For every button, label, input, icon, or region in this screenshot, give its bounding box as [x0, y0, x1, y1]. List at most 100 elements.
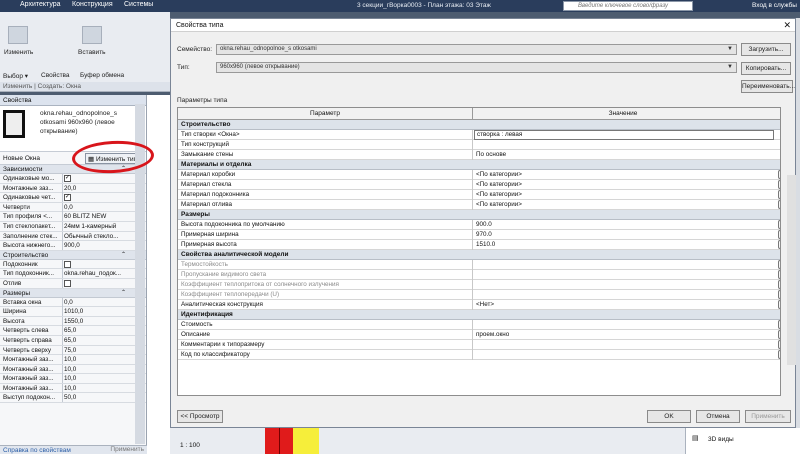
preview-button[interactable]: << Просмотр	[177, 410, 223, 423]
instance-filter[interactable]: Новые Окна ▦ Изменить тип	[0, 152, 146, 165]
copy-button[interactable]: Копировать...	[741, 62, 791, 75]
parameter-row[interactable]: Пропускание видимого света	[178, 270, 780, 280]
parameter-group[interactable]: Свойства аналитической модели	[178, 250, 780, 260]
select-menu[interactable]: Выбор ▾	[3, 72, 28, 80]
parameter-group[interactable]: Идентификация	[178, 310, 780, 320]
property-row[interactable]: Заполнение стек... Обычный стекло...	[0, 231, 146, 242]
properties-label[interactable]: Свойства	[41, 72, 70, 79]
property-value[interactable]: 1010,0	[64, 308, 128, 315]
property-value[interactable]: 50,0	[64, 394, 128, 401]
associate-parameter-icon[interactable]	[778, 240, 780, 249]
tab-structure[interactable]: Конструкция	[72, 1, 113, 8]
associate-parameter-icon[interactable]	[778, 320, 780, 329]
apply-button[interactable]: Применить	[745, 410, 791, 423]
tab-systems[interactable]: Системы	[124, 1, 153, 8]
parameter-value[interactable]: 970.0	[476, 231, 776, 238]
property-row[interactable]: Монтажный заз... 10,0	[0, 383, 146, 394]
parameter-group[interactable]: Материалы и отделка	[178, 160, 780, 170]
parameter-value[interactable]: <По категории>	[476, 171, 776, 178]
property-checkbox[interactable]	[64, 260, 71, 268]
project-browser-item[interactable]: 3D виды	[708, 436, 734, 443]
parameter-row[interactable]: Описание проем.окно	[178, 330, 780, 340]
property-value[interactable]: 60 BLITZ NEW	[64, 213, 128, 220]
parameter-row[interactable]: Примерная ширина 970.0	[178, 230, 780, 240]
associate-parameter-icon[interactable]	[778, 170, 780, 179]
associate-parameter-icon[interactable]	[778, 230, 780, 239]
parameter-row[interactable]: Примерная высота 1510.0	[178, 240, 780, 250]
drawing-canvas[interactable]	[147, 95, 170, 454]
property-row[interactable]: Подоконник	[0, 259, 146, 270]
collapse-icon[interactable]: ⌃	[121, 289, 126, 296]
property-row[interactable]: Тип стеклопакет... 24мм 1-камерный	[0, 221, 146, 232]
col-value[interactable]: Значение	[473, 110, 773, 117]
property-value[interactable]: 10,0	[64, 356, 128, 363]
parameter-group[interactable]: Размеры	[178, 210, 780, 220]
parameter-group[interactable]: Строительство	[178, 120, 780, 130]
property-checkbox[interactable]: ✓	[64, 175, 71, 182]
associate-parameter-icon[interactable]	[778, 340, 780, 349]
tab-architecture[interactable]: Архитектура	[20, 1, 61, 8]
collapse-icon[interactable]: ⌃	[121, 165, 126, 172]
associate-parameter-icon[interactable]	[778, 180, 780, 189]
parameter-row[interactable]: Аналитическая конструкция <Нет>	[178, 300, 780, 310]
property-row[interactable]: Четверть слева 65,0	[0, 326, 146, 336]
property-row[interactable]: Монтажный заз... 10,0	[0, 374, 146, 384]
property-value[interactable]: 10,0	[64, 385, 128, 392]
property-value[interactable]: okna.rehau_подок...	[64, 270, 128, 277]
properties-apply-button[interactable]: Применить	[110, 446, 144, 453]
load-button[interactable]: Загрузить...	[741, 43, 791, 56]
property-value[interactable]: 75,0	[64, 347, 128, 354]
parameter-value[interactable]: <По категории>	[476, 191, 776, 198]
parameter-row[interactable]: Коэффициент теплопередачи (U)	[178, 290, 780, 300]
paste-icon[interactable]	[82, 26, 102, 44]
col-parameter[interactable]: Параметр	[178, 110, 472, 117]
associate-parameter-icon[interactable]	[778, 270, 780, 279]
parameter-value[interactable]: <Нет>	[476, 301, 776, 308]
property-value[interactable]: 0,0	[64, 299, 128, 306]
property-row[interactable]: Монтажный заз... 10,0	[0, 364, 146, 375]
associate-parameter-icon[interactable]	[778, 350, 780, 359]
view-scale[interactable]: 1 : 100	[180, 442, 200, 449]
paste-label[interactable]: Вставить	[78, 49, 106, 56]
property-row[interactable]: Четверть справа 65,0	[0, 335, 146, 346]
properties-group[interactable]: Зависимости ⌃	[0, 165, 146, 174]
type-selector[interactable]: okna.rehau_odnopolnoe_s otkosami 960x960…	[0, 106, 146, 152]
property-row[interactable]: Монтажный заз... 10,0	[0, 355, 146, 365]
property-row[interactable]: Одинаковые чет... ✓	[0, 193, 146, 203]
property-value[interactable]: 0,0	[64, 204, 128, 211]
associate-parameter-icon[interactable]	[778, 190, 780, 199]
properties-group[interactable]: Размеры ⌃	[0, 288, 146, 298]
associate-parameter-icon[interactable]	[778, 280, 780, 289]
collapse-icon[interactable]: ⌃	[121, 251, 126, 258]
property-checkbox[interactable]: ✓	[64, 194, 71, 202]
parameter-row[interactable]: Замыкание стены По основе	[178, 150, 780, 160]
modify-label[interactable]: Изменить	[4, 49, 33, 56]
property-value[interactable]: 1550,0	[64, 318, 128, 325]
properties-group[interactable]: Строительство ⌃	[0, 250, 146, 260]
parameter-value[interactable]: створка : левая	[474, 130, 774, 140]
associate-parameter-icon[interactable]	[778, 200, 780, 209]
property-row[interactable]: Высота нижнего... 900,0	[0, 241, 146, 251]
properties-help-link[interactable]: Справка по свойствам	[3, 447, 71, 454]
property-value[interactable]: 24мм 1-камерный	[64, 223, 128, 230]
property-value[interactable]: 65,0	[64, 337, 128, 344]
property-row[interactable]: Одинаковые мо... ✓	[0, 174, 146, 184]
parameter-value[interactable]: 1510.0	[476, 241, 776, 248]
associate-parameter-icon[interactable]	[778, 290, 780, 299]
property-value[interactable]: 900,0	[64, 242, 128, 249]
search-input[interactable]: Введите ключевое слово/фразу	[563, 1, 693, 11]
associate-parameter-icon[interactable]	[778, 220, 780, 229]
close-icon[interactable]: ✕	[783, 20, 791, 31]
grid-scrollbar[interactable]	[787, 175, 796, 365]
property-value[interactable]: 20,0	[64, 185, 128, 192]
property-value[interactable]: 65,0	[64, 327, 128, 334]
property-checkbox[interactable]	[64, 279, 71, 287]
property-row[interactable]: Четверти 0,0	[0, 202, 146, 213]
property-row[interactable]: Отлив	[0, 278, 146, 289]
property-row[interactable]: Монтажные заз... 20,0	[0, 183, 146, 194]
associate-parameter-icon[interactable]	[778, 300, 780, 309]
associate-parameter-icon[interactable]	[778, 260, 780, 269]
parameter-row[interactable]: Код по классификатору	[178, 350, 780, 360]
property-value[interactable]: Обычный стекло...	[64, 233, 128, 240]
parameter-row[interactable]: Тип конструкций	[178, 140, 780, 150]
